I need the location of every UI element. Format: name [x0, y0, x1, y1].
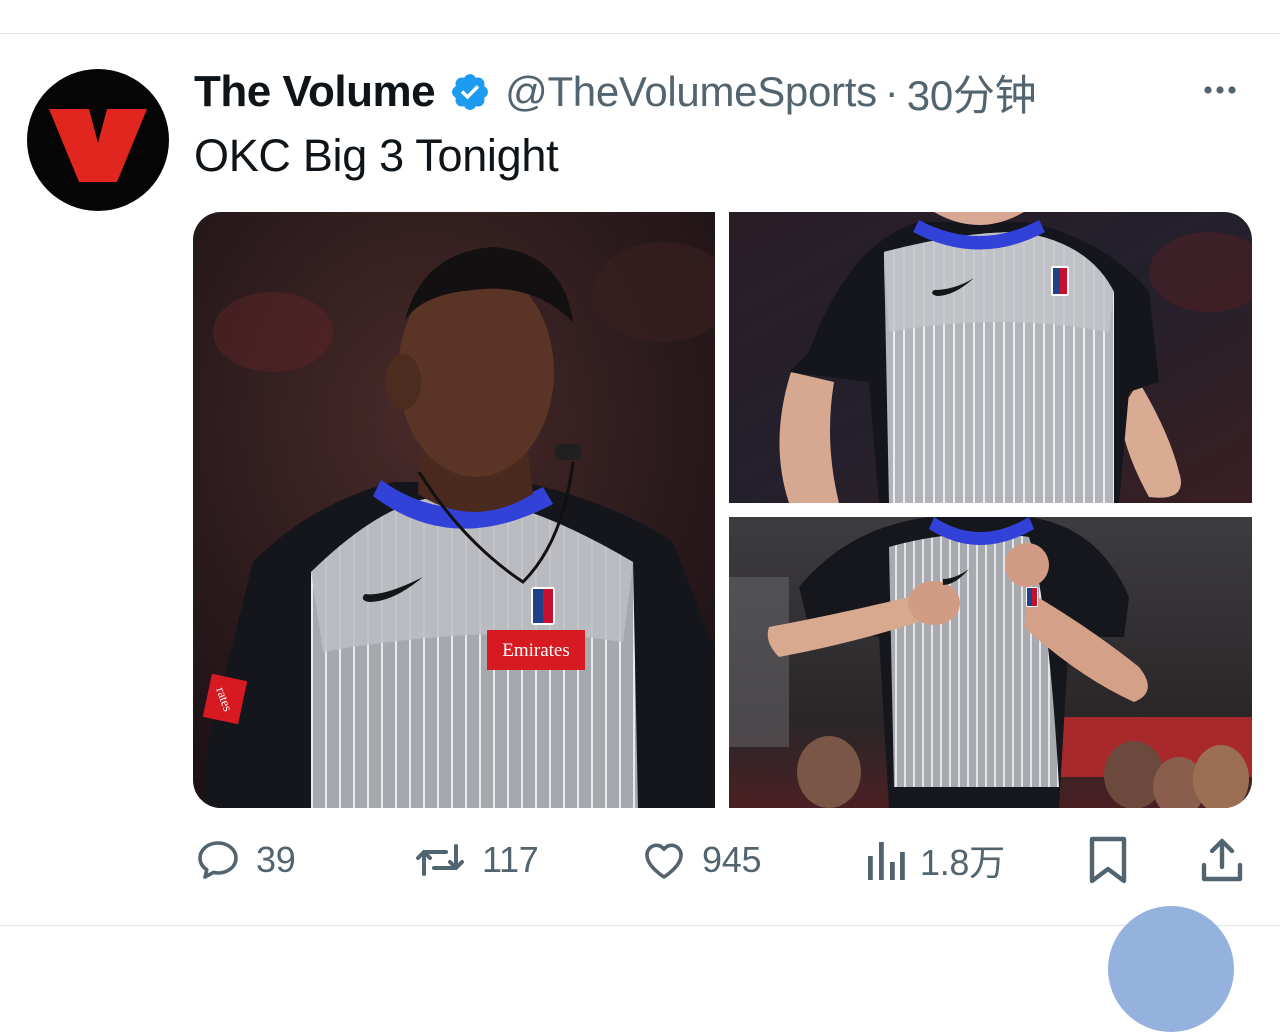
bookmark-icon [1089, 836, 1127, 884]
tweet-text: OKC Big 3 Tonight [194, 130, 559, 181]
author-handle[interactable]: @TheVolumeSports [505, 68, 877, 116]
author-avatar[interactable]: V [27, 69, 169, 211]
top-divider [0, 33, 1280, 34]
retweet-arrows-icon [416, 844, 464, 876]
views-button[interactable]: 1.8万 [864, 828, 1005, 892]
bookmark-button[interactable] [1088, 828, 1128, 892]
bar-chart-icon [868, 842, 905, 880]
retweet-count: 117 [482, 839, 539, 880]
more-horizontal-icon[interactable] [1198, 74, 1242, 106]
tweet-timestamp[interactable]: 30分钟 [907, 62, 1037, 123]
floating-compose-button[interactable] [1108, 906, 1234, 1032]
tweet-header: The Volume @TheVolumeSports · 30分钟 [194, 62, 1037, 123]
volume-logo-icon: V [49, 109, 147, 182]
tweet-photo-2[interactable] [729, 212, 1252, 503]
share-button[interactable] [1198, 828, 1246, 892]
retweet-button[interactable]: 117 [412, 828, 539, 892]
speech-bubble-icon [198, 841, 238, 879]
author-display-name[interactable]: The Volume [194, 67, 436, 117]
jersey-sponsor-text: Emirates [502, 640, 570, 661]
tweet-photo-1[interactable]: Emirates rates [193, 212, 715, 808]
reply-button[interactable]: 39 [194, 828, 296, 892]
meta-separator: · [884, 68, 899, 115]
share-upload-icon [1201, 838, 1243, 882]
verified-badge-icon [452, 74, 489, 110]
tweet-action-bar: 39 117 945 1.8万 [0, 828, 1280, 892]
tweet-photo-3[interactable] [729, 517, 1252, 808]
like-count: 945 [702, 839, 762, 880]
heart-icon [645, 843, 683, 879]
media-grid: Emirates rates [193, 212, 1252, 808]
bottom-divider [0, 925, 1280, 926]
views-count: 1.8万 [920, 842, 1005, 883]
reply-count: 39 [256, 839, 296, 880]
like-button[interactable]: 945 [640, 828, 761, 892]
